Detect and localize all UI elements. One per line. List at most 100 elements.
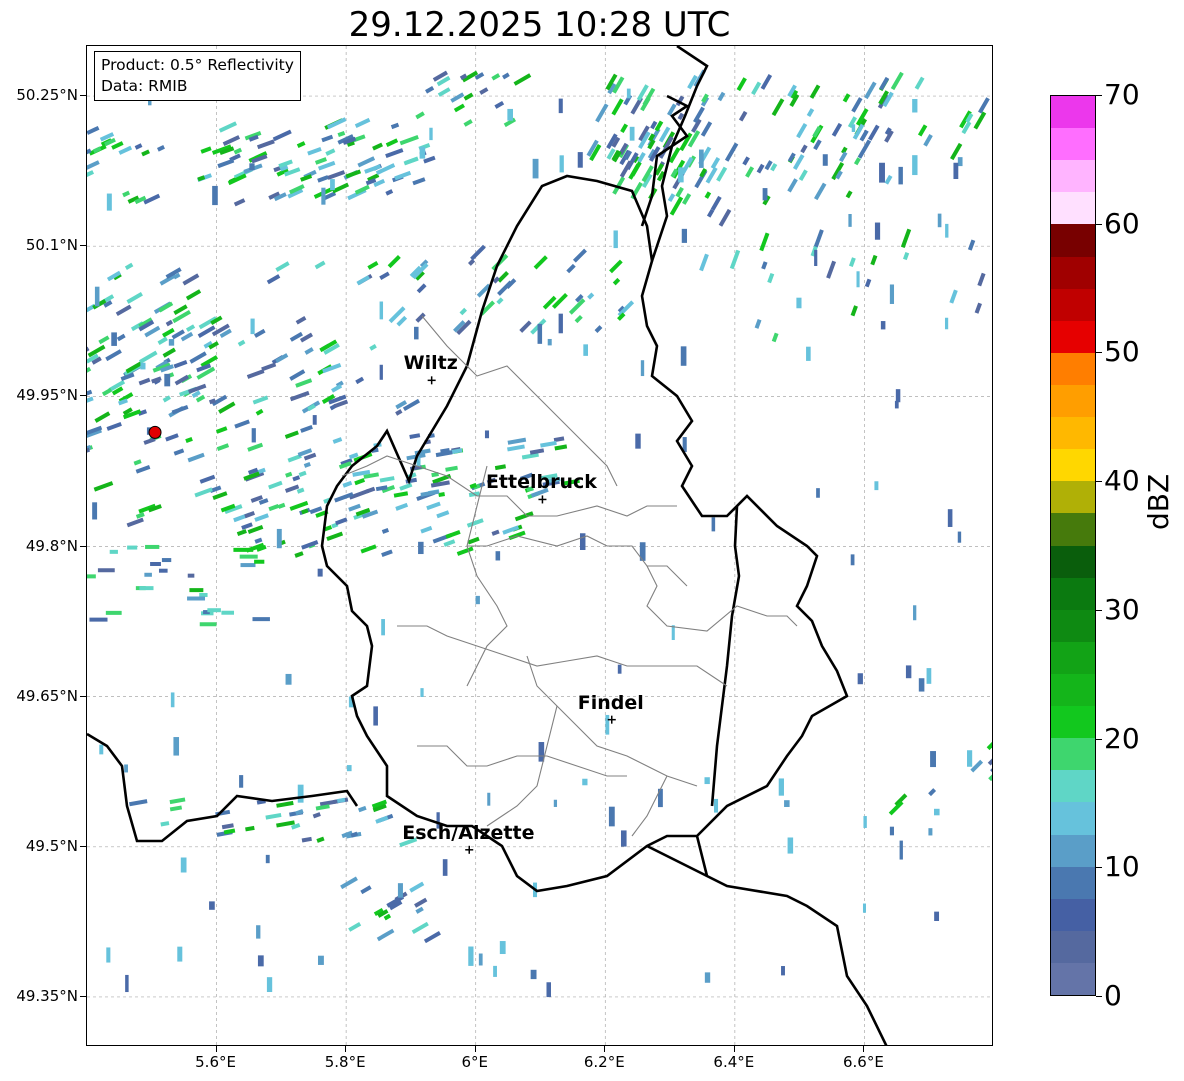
radar-echo (301, 836, 312, 843)
radar-echo (173, 360, 188, 369)
colorbar-tick-label: 70 (1104, 78, 1140, 111)
radar-echo (277, 502, 286, 509)
lat-tick (80, 95, 86, 97)
radar-echo (537, 323, 543, 344)
canton-boundary (397, 625, 728, 687)
radar-echo (169, 805, 183, 812)
radar-echo (987, 758, 992, 766)
colorbar-segment (1051, 673, 1095, 707)
radar-echo (330, 179, 335, 191)
radar-echo (813, 229, 824, 248)
radar-echo (399, 482, 413, 491)
radar-echo (533, 255, 548, 270)
radar-echo (379, 301, 384, 320)
colorbar-tick (1096, 352, 1102, 354)
colorbar-tick-label: 10 (1104, 850, 1140, 884)
lat-tick-label: 49.5°N (25, 836, 78, 855)
radar-echo (379, 476, 395, 483)
radar-echo (222, 135, 241, 146)
radar-echo (160, 821, 170, 827)
radar-echo (475, 595, 480, 605)
radar-echo (814, 182, 827, 201)
radar-echo (973, 111, 987, 130)
radar-echo (862, 903, 866, 913)
radar-echo (687, 74, 698, 90)
radar-echo (221, 823, 234, 830)
radar-echo (594, 325, 603, 333)
radar-echo (233, 147, 243, 155)
radar-echo (118, 145, 133, 155)
radar-echo (300, 174, 313, 182)
radar-echo (838, 151, 848, 163)
radar-echo (842, 93, 851, 103)
colorbar-tick (1096, 867, 1102, 869)
radar-echo (699, 253, 709, 272)
radar-echo (431, 472, 439, 478)
radar-echo (254, 537, 263, 544)
radar-echo (699, 149, 704, 168)
radar-echo (429, 127, 433, 141)
radar-echo (297, 448, 313, 457)
radar-echo (711, 517, 716, 532)
radar-echo (745, 166, 755, 178)
radar-echo (816, 488, 820, 498)
radar-echo (435, 450, 453, 458)
radar-echo (115, 304, 132, 317)
radar-echo (87, 396, 94, 403)
radar-echo (425, 86, 435, 94)
radar-echo (373, 706, 378, 726)
radar-echo (609, 259, 623, 274)
radar-echo (582, 778, 588, 786)
radar-echo (165, 433, 179, 442)
radar-echo (191, 390, 201, 398)
colorbar-segment (1051, 384, 1095, 418)
canton-boundary (467, 535, 688, 587)
radar-echo (360, 544, 377, 554)
radar-echo (879, 76, 890, 91)
radar-echo (173, 737, 180, 756)
radar-echo (889, 284, 895, 304)
radar-echo (605, 714, 610, 735)
radar-echo (629, 126, 635, 141)
radar-echo (173, 272, 181, 280)
radar-echo (890, 71, 904, 91)
radar-echo (258, 498, 269, 505)
radar-echo (303, 462, 311, 468)
radar-echo (357, 805, 367, 813)
radar-echo (247, 524, 264, 534)
radar-echo (574, 314, 583, 324)
radar-echo (853, 157, 861, 166)
radar-echo (256, 925, 261, 939)
radar-echo (717, 91, 726, 102)
lat-tick (80, 395, 86, 397)
radar-echo (710, 156, 721, 170)
radar-echo (547, 338, 552, 346)
radar-echo (332, 437, 343, 444)
radar-echo (409, 881, 425, 893)
radar-echo (245, 825, 255, 832)
radar-echo (315, 804, 330, 811)
radar-echo (487, 792, 491, 806)
radar-echo (953, 162, 959, 180)
radar-echo (566, 263, 576, 274)
radar-map[interactable] (86, 45, 993, 1046)
radar-echo (957, 531, 962, 543)
radar-echo (787, 837, 794, 854)
radar-echo (106, 947, 111, 963)
radar-echo (157, 145, 165, 152)
radar-echo (484, 430, 490, 439)
radar-echo (140, 362, 146, 370)
radar-echo (342, 480, 353, 488)
radar-echo (331, 383, 343, 393)
radar-echo (438, 492, 445, 498)
radar-echo (276, 820, 295, 828)
radar-echo (635, 433, 641, 449)
radar-echo (236, 529, 247, 537)
radar-echo (870, 254, 878, 266)
radar-echo (340, 876, 358, 890)
radar-echo (185, 436, 193, 443)
lon-tick (215, 1046, 217, 1052)
radar-echo (383, 913, 392, 921)
radar-echo (173, 304, 188, 315)
canton-boundary (646, 565, 798, 632)
